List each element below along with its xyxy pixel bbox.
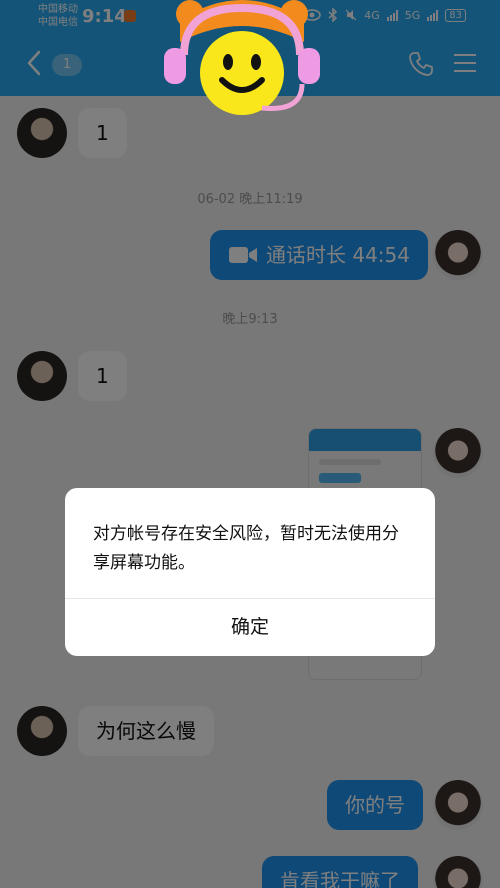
mascot-sticker bbox=[164, 0, 320, 115]
confirm-button[interactable]: 确定 bbox=[65, 599, 435, 656]
modal-overlay[interactable] bbox=[0, 0, 500, 888]
dialog-message: 对方帐号存在安全风险，暂时无法使用分享屏幕功能。 bbox=[93, 524, 399, 573]
security-alert-dialog: 对方帐号存在安全风险，暂时无法使用分享屏幕功能。 确定 bbox=[65, 488, 435, 656]
